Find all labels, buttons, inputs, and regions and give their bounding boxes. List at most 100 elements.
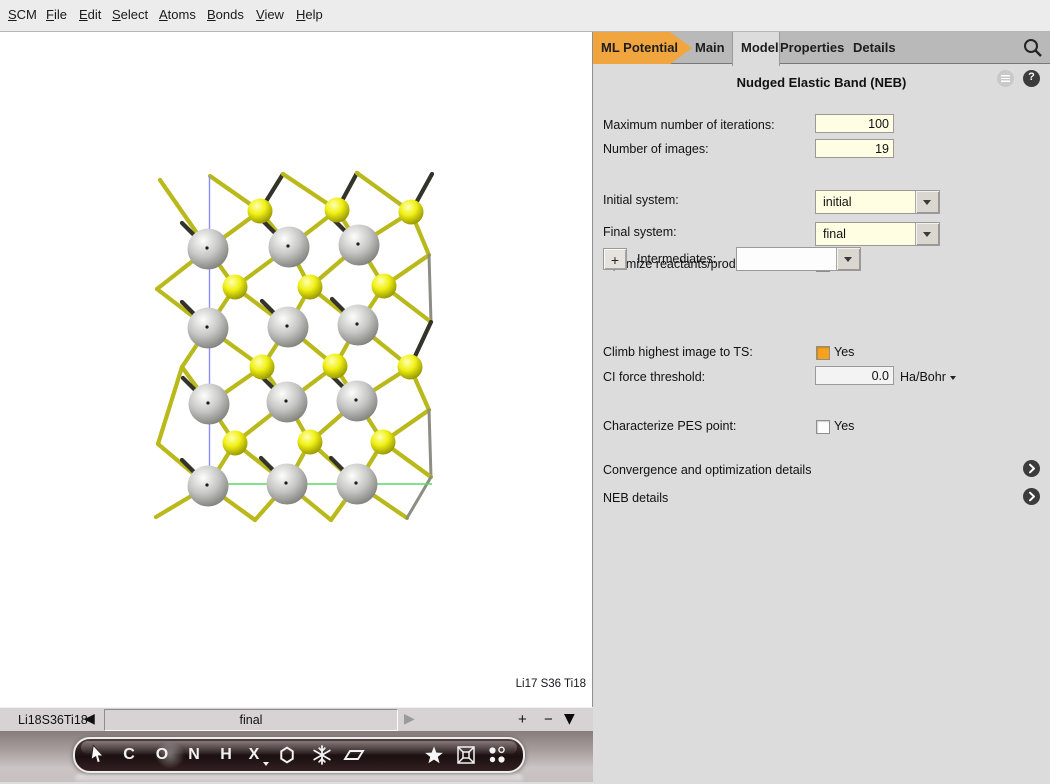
intermediates-label: Intermediates: — [637, 252, 716, 266]
cell-tool[interactable] — [455, 739, 477, 771]
bond-end-dot — [205, 246, 208, 249]
climb-yes-label: Yes — [834, 345, 854, 359]
atom-s[interactable] — [399, 200, 424, 225]
chevron-down-icon[interactable] — [836, 248, 860, 270]
atom-s[interactable] — [298, 430, 323, 455]
num-images-input[interactable] — [815, 139, 894, 158]
system-name-label: Li18S36Ti18 — [18, 713, 88, 727]
bond[interactable] — [158, 367, 182, 444]
atom-s[interactable] — [371, 430, 396, 455]
tab-model[interactable]: Model — [732, 32, 780, 66]
bond-end-dot — [285, 324, 288, 327]
menu-item-select[interactable]: Select — [112, 7, 148, 22]
bond[interactable] — [429, 410, 431, 477]
oxygen-tool[interactable]: O — [151, 739, 173, 771]
panel-menu-icon[interactable] — [997, 70, 1014, 87]
max-iterations-input[interactable] — [815, 114, 894, 133]
add-intermediate-button[interactable]: + — [603, 248, 627, 270]
tab-properties[interactable]: Properties — [780, 40, 844, 55]
menu-item-bonds[interactable]: Bonds — [207, 7, 244, 22]
characterize-label: Characterize PES point: — [603, 419, 736, 433]
bond[interactable] — [407, 477, 431, 518]
cell-box-icon — [455, 744, 477, 766]
molecule-canvas[interactable] — [0, 32, 592, 707]
tool-strip: CONHX — [0, 731, 593, 782]
snowflake-icon — [311, 744, 333, 766]
atom-s[interactable] — [298, 275, 323, 300]
final-system-value: final — [823, 227, 846, 241]
atom-s[interactable] — [223, 275, 248, 300]
element-x-tool[interactable]: X — [243, 739, 265, 771]
detail-link-0[interactable]: Convergence and optimization details — [603, 463, 811, 477]
atom-s[interactable] — [250, 355, 275, 380]
frame-menu-button[interactable]: ▼ — [564, 711, 575, 727]
ci-threshold-input[interactable] — [815, 366, 894, 385]
menu-item-view[interactable]: View — [256, 7, 284, 22]
chevron-right-icon[interactable] — [1023, 460, 1040, 477]
menu-bar: SCM File Edit Select Atoms Bonds View Help — [0, 0, 1050, 32]
bond-end-dot — [354, 481, 357, 484]
atom-s[interactable] — [398, 355, 423, 380]
panel-title: Nudged Elastic Band (NEB) — [593, 75, 1050, 90]
final-system-select[interactable]: final — [815, 222, 940, 246]
max-iterations-label: Maximum number of iterations: — [603, 118, 775, 132]
detail-link-1[interactable]: NEB details — [603, 491, 668, 505]
atom-s[interactable] — [325, 198, 350, 223]
fragments-tool[interactable] — [486, 739, 508, 771]
select-tool[interactable] — [86, 739, 108, 771]
prev-frame-button[interactable]: ◀ — [84, 711, 95, 727]
menu-item-scm[interactable]: SCM — [8, 7, 37, 22]
climb-label: Climb highest image to TS: — [603, 345, 753, 359]
characterize-yes-label: Yes — [834, 419, 854, 433]
atom-s[interactable] — [248, 199, 273, 224]
ci-threshold-label: CI force threshold: — [603, 370, 705, 384]
menu-item-help[interactable]: Help — [296, 7, 323, 22]
bond[interactable] — [429, 255, 431, 322]
neb-panel: ML Potential Main Model Properties Detai… — [593, 32, 1050, 782]
tab-details[interactable]: Details — [853, 40, 896, 55]
characterize-checkbox[interactable] — [816, 420, 830, 434]
hydrogen-tool[interactable]: H — [215, 739, 237, 771]
molecule-viewer[interactable]: Li17 S36 Ti18 — [0, 32, 593, 707]
final-system-label: Final system: — [603, 225, 677, 239]
frame-slider-field[interactable]: final — [104, 709, 398, 731]
ci-threshold-unit[interactable]: Ha/Bohr — [900, 370, 956, 384]
tool-capsule: CONHX — [73, 737, 525, 773]
hexagon-icon — [276, 744, 298, 766]
dots-icon — [486, 744, 508, 766]
nitrogen-tool[interactable]: N — [183, 739, 205, 771]
climb-checkbox[interactable] — [816, 346, 830, 360]
tab-ml-potential[interactable]: ML Potential — [593, 32, 692, 64]
chevron-down-icon[interactable] — [915, 191, 939, 213]
cursor-icon — [86, 744, 108, 766]
atom-s[interactable] — [372, 274, 397, 299]
plane-tool[interactable] — [343, 739, 365, 771]
tool-label: C — [123, 746, 135, 763]
frame-bar: Li18S36Ti18 ◀ final ▶ + − ▼ — [0, 707, 593, 733]
chevron-right-icon[interactable] — [1023, 488, 1040, 505]
atom-s[interactable] — [323, 354, 348, 379]
initial-system-value: initial — [823, 195, 852, 209]
unit-caret-icon — [950, 376, 956, 380]
next-frame-button[interactable]: ▶ — [404, 711, 415, 727]
atom-s[interactable] — [223, 431, 248, 456]
menu-item-atoms[interactable]: Atoms — [159, 7, 196, 22]
intermediates-select[interactable] — [736, 247, 861, 271]
zoom-in-button[interactable]: + — [518, 711, 527, 728]
chevron-down-icon[interactable] — [915, 223, 939, 245]
ring-tool[interactable] — [276, 739, 298, 771]
zoom-out-button[interactable]: − — [544, 711, 553, 728]
crystal-tool[interactable] — [311, 739, 333, 771]
search-icon[interactable] — [1021, 36, 1045, 60]
menu-item-file[interactable]: File — [46, 7, 67, 22]
menu-item-edit[interactable]: Edit — [79, 7, 101, 22]
favorites-tool[interactable] — [423, 739, 445, 771]
formula-label: Li17 S36 Ti18 — [516, 678, 586, 690]
bond-end-dot — [284, 481, 287, 484]
frame-name-label: final — [105, 710, 397, 730]
initial-system-select[interactable]: initial — [815, 190, 940, 214]
tab-main[interactable]: Main — [695, 40, 725, 55]
bond-end-dot — [355, 322, 358, 325]
carbon-tool[interactable]: C — [118, 739, 140, 771]
help-icon[interactable]: ? — [1023, 70, 1040, 87]
